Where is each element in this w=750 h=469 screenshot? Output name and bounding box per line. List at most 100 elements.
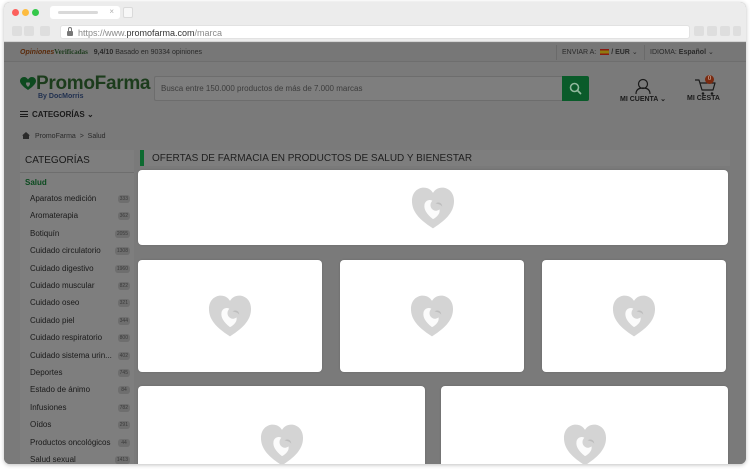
section-header: OFERTAS DE FARMACIA EN PRODUCTOS DE SALU… [140,150,730,166]
currency-value: / EUR [611,49,630,56]
search-box [154,76,562,101]
category-item[interactable]: Cuidado digestivo 1960 [30,261,130,278]
breadcrumb-home-link[interactable]: PromoFarma [35,133,76,140]
account-label: MI CUENTA [620,96,659,103]
search-button[interactable] [562,76,589,101]
product-card[interactable] [138,386,425,464]
category-item[interactable]: Aromaterapia 362 [30,208,130,225]
minimize-window-icon[interactable] [22,9,29,16]
promofarma-heart-icon [411,187,455,228]
extensions-button[interactable] [707,26,717,36]
browser-window: × https://www.promofarma.com/marca Opini… [4,2,746,464]
category-item[interactable]: Cuidado oseo 321 [30,295,130,312]
promofarma-heart-icon [208,295,252,337]
category-item-count: 782 [117,403,130,412]
category-item[interactable]: Cuidado respiratorio 800 [30,330,130,347]
ship-label: ENVIAR A: [562,49,597,56]
rating-brand-prefix: Opiniones [20,49,55,56]
category-item-count: 44 [118,438,130,447]
address-bar[interactable]: https://www.promofarma.com/marca [60,25,690,39]
category-item-label: Estado de ánimo [30,385,91,395]
product-card[interactable] [138,260,322,372]
category-item[interactable]: Productos oncológicos 44 [30,435,130,452]
product-card[interactable] [542,260,726,372]
category-item[interactable]: Aparatos medición 333 [30,191,130,208]
category-item[interactable]: Oídos 291 [30,417,130,434]
category-item[interactable]: Cuidado muscular 822 [30,278,130,295]
category-item-count: 84 [118,386,130,395]
category-item-label: Salud sexual [30,455,76,464]
category-item[interactable]: Cuidado sistema urin... 402 [30,348,130,365]
category-item-count: 321 [117,299,130,308]
account-link[interactable]: MI CUENTA ⌄ [620,95,666,103]
sidebar-active-category[interactable]: Salud [25,178,47,187]
site-logo[interactable]: PromoFarma [36,73,151,95]
category-item-count: 333 [117,195,130,203]
category-item[interactable]: Estado de ánimo 84 [30,382,130,399]
shipping-selector[interactable]: ENVIAR A: / EUR ⌄ [562,48,638,56]
category-item-label: Cuidado piel [30,315,75,325]
search-input[interactable] [155,77,562,100]
top-info-bar: OpinionesVerificadas 9,4/10 Basado en 90… [4,43,746,62]
browser-tab[interactable]: × [50,6,120,19]
tabs-overview-button[interactable] [720,26,730,36]
category-item-label: Deportes [30,368,63,377]
url-prefix: https://www. [78,28,127,38]
cart-count-badge: 0 [705,75,714,84]
home-icon [22,132,30,139]
product-card[interactable] [340,260,524,372]
category-item-label: Aromaterapia [30,211,79,221]
language-selector[interactable]: IDIOMA: Español ⌄ [650,48,714,56]
new-tab-button[interactable] [123,7,133,18]
reviews-rating[interactable]: OpinionesVerificadas 9,4/10 Basado en 90… [20,48,202,56]
language-label: IDIOMA: [650,49,677,56]
chevron-down-icon: ⌄ [631,49,638,56]
cart-link[interactable]: MI CESTA [687,95,720,102]
promofarma-heart-icon [410,295,454,337]
hamburger-menu-icon [20,111,28,117]
category-item[interactable]: Infusiones 782 [30,400,130,417]
browser-chrome: × https://www.promofarma.com/marca [4,2,746,42]
reload-button[interactable] [40,26,50,36]
category-item-count: 822 [117,282,130,290]
topbar-divider [644,45,645,60]
chevron-down-icon: ⌄ [86,110,94,119]
maximize-window-icon[interactable] [32,9,39,16]
menu-button[interactable] [733,26,741,36]
sidebar-divider [20,172,134,173]
categories-menu-button[interactable]: CATEGORÍAS ⌄ [20,110,94,119]
category-item-count: 362 [117,212,130,221]
category-item-count: 1413 [114,456,130,464]
category-item-count: 402 [117,351,130,360]
product-card[interactable] [138,170,728,245]
category-item-count: 291 [117,421,130,430]
promofarma-heart-icon [20,77,36,90]
category-item-label: Cuidado oseo [30,298,80,308]
url-text: https://www.promofarma.com/marca [78,28,222,38]
back-button[interactable] [12,26,22,36]
spain-flag-icon [600,49,610,55]
category-item[interactable]: Deportes 745 [30,365,130,382]
category-item-label: Cuidado sistema urin... [30,350,112,360]
category-item[interactable]: Cuidado circulatorio 1308 [30,243,130,260]
close-window-icon[interactable] [12,9,19,16]
category-item-label: Productos oncológicos [30,437,111,447]
tab-title-placeholder [58,11,98,14]
forward-button[interactable] [24,26,34,36]
breadcrumb-current: Salud [87,133,106,140]
sidebar-title: CATEGORÍAS [25,155,90,166]
lock-icon [67,27,73,36]
category-item-label: Cuidado digestivo [30,263,94,273]
share-button[interactable] [694,26,704,36]
rating-text: Basado en 90334 opiniones [115,49,202,56]
product-card[interactable] [441,386,728,464]
category-item[interactable]: Botiquín 2055 [30,226,130,243]
category-item[interactable]: Salud sexual 1413 [30,452,130,464]
category-item-label: Cuidado circulatorio [30,246,101,256]
categories-menu-label: CATEGORÍAS [32,110,85,119]
tab-close-icon[interactable]: × [109,7,114,16]
category-sidebar: CATEGORÍAS Salud Aparatos medición 333 Aro… [20,150,134,464]
promofarma-heart-icon [612,295,656,337]
category-item[interactable]: Cuidado piel 344 [30,313,130,330]
url-path: /marca [194,28,223,38]
